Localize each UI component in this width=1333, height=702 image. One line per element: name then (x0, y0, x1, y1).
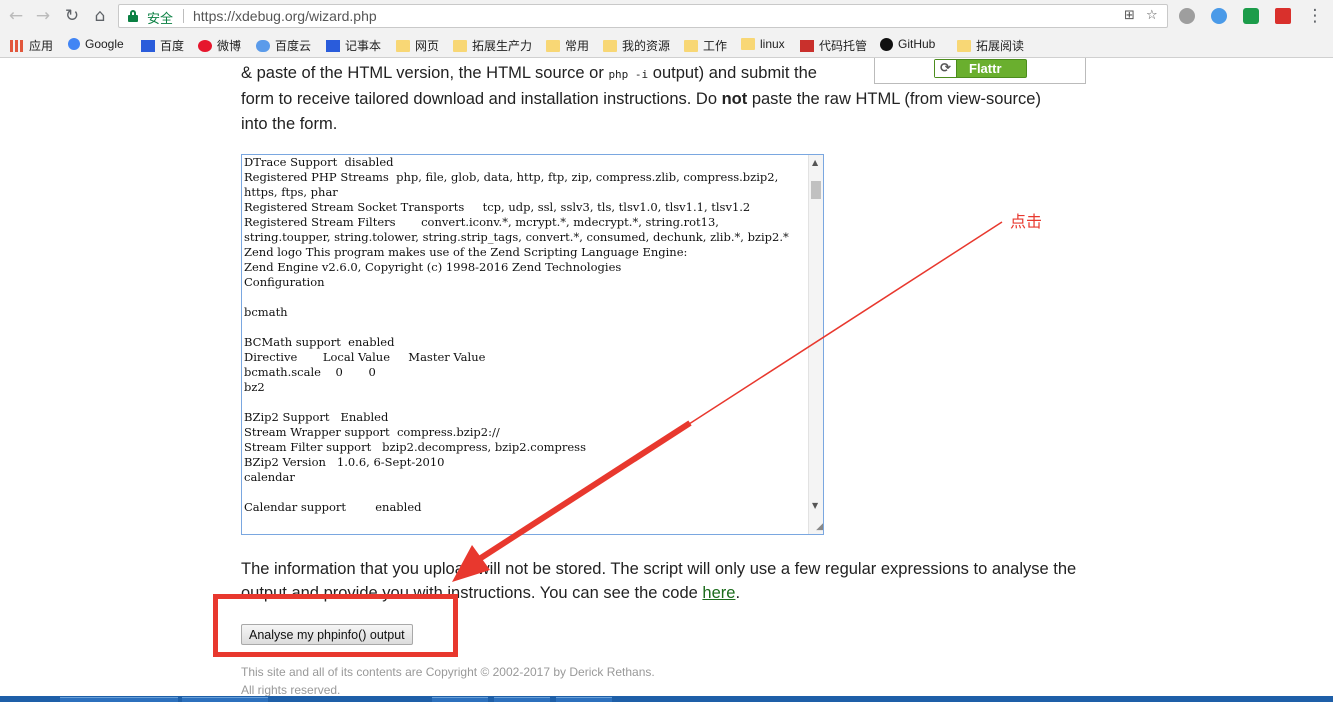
menu-icon[interactable]: ⋮ (1305, 6, 1325, 26)
taskbar-item[interactable] (494, 697, 550, 702)
back-icon[interactable]: ← (6, 6, 26, 26)
bookmark-baiduyun[interactable]: 百度云 (256, 37, 311, 54)
bold-not: not (721, 90, 748, 108)
textarea-scrollbar[interactable]: ▲ ▼ (808, 155, 823, 534)
bookmark-folder-resources[interactable]: 我的资源 (603, 37, 670, 54)
divider (183, 9, 184, 23)
translate-icon[interactable]: ⊞ (1124, 8, 1135, 23)
folder-icon (546, 39, 560, 52)
notepad-icon (326, 39, 340, 52)
extension-blue-icon[interactable] (1211, 8, 1227, 24)
weibo-icon (198, 39, 212, 52)
scroll-thumb[interactable] (811, 181, 821, 199)
click-annotation-label: 点击 (1010, 212, 1043, 231)
taskbar-item[interactable] (60, 697, 178, 702)
intro-paragraph: & paste of the HTML version, the HTML so… (241, 61, 1121, 137)
apps-grid-icon (10, 39, 24, 52)
inline-code: php -i (608, 68, 649, 81)
bookmark-baidu[interactable]: 百度 (141, 37, 184, 54)
folder-icon (453, 39, 467, 52)
taskbar-item[interactable] (432, 697, 488, 702)
star-icon[interactable]: ☆ (1146, 8, 1158, 23)
secure-label: 安全 (147, 11, 174, 26)
github-icon (880, 37, 893, 51)
bookmark-folder-linux[interactable]: linux (741, 37, 785, 51)
extension-fe-icon[interactable] (1275, 8, 1291, 24)
bookmarks-bar: 应用 Google 百度 微博 百度云 记事本 网页 拓展生产力 常用 我的资源… (0, 32, 1333, 58)
footer: This site and all of its contents are Co… (241, 663, 655, 699)
reload-icon[interactable]: ↻ (62, 6, 82, 26)
bookmark-folder-reading[interactable]: 拓展阅读 (957, 37, 1024, 54)
baidu-icon (141, 39, 155, 52)
bookmark-folder-productivity[interactable]: 拓展生产力 (453, 37, 532, 54)
google-icon (68, 38, 80, 50)
folder-icon (603, 39, 617, 52)
bookmark-github[interactable]: GitHub (880, 37, 935, 51)
source-code-link[interactable]: here (702, 584, 735, 602)
extension-gray-icon[interactable] (1179, 8, 1195, 24)
phpinfo-textarea[interactable]: DTrace Support disabled Registered PHP S… (241, 154, 824, 535)
lock-icon (128, 10, 138, 22)
click-highlight-box (213, 594, 458, 657)
bookmark-folder-common[interactable]: 常用 (546, 37, 589, 54)
folder-icon (684, 39, 698, 52)
extension-shield-icon[interactable] (1243, 8, 1259, 24)
taskbar-item[interactable] (182, 697, 268, 702)
bookmark-weibo[interactable]: 微博 (198, 37, 241, 54)
taskbar-item[interactable] (556, 697, 612, 702)
intro-line-2: form to receive tailored download and in… (241, 90, 1041, 108)
folder-icon (396, 39, 410, 52)
folder-icon (957, 39, 971, 52)
bookmark-code-hosting[interactable]: 代码托管 (800, 37, 867, 54)
folder-icon (741, 38, 755, 50)
address-bar[interactable]: 安全 https://xdebug.org/wizard.php ⊞ ☆ (118, 4, 1168, 28)
phpinfo-content[interactable]: DTrace Support disabled Registered PHP S… (244, 155, 809, 515)
code-hosting-icon (800, 39, 814, 52)
scroll-down-icon[interactable]: ▼ (812, 501, 818, 510)
bookmark-apps[interactable]: 应用 (10, 37, 53, 54)
bookmark-notepad[interactable]: 记事本 (326, 37, 381, 54)
home-icon[interactable]: ⌂ (90, 6, 110, 26)
forward-icon[interactable]: → (33, 6, 53, 26)
bookmark-google[interactable]: Google (68, 37, 124, 51)
cloud-icon (256, 39, 270, 52)
scroll-up-icon[interactable]: ▲ (812, 158, 818, 167)
bookmark-folder-web[interactable]: 网页 (396, 37, 439, 54)
intro-line-1: & paste of the HTML version, the HTML so… (241, 64, 817, 82)
url-text[interactable]: https://xdebug.org/wizard.php (193, 8, 377, 24)
resize-handle-icon[interactable]: ◢ (811, 522, 823, 534)
intro-line-3: into the form. (241, 115, 338, 133)
browser-toolbar: ← → ↻ ⌂ 安全 https://xdebug.org/wizard.php… (0, 0, 1333, 32)
copyright-text: This site and all of its contents are Co… (241, 665, 655, 679)
bookmark-folder-work[interactable]: 工作 (684, 37, 727, 54)
